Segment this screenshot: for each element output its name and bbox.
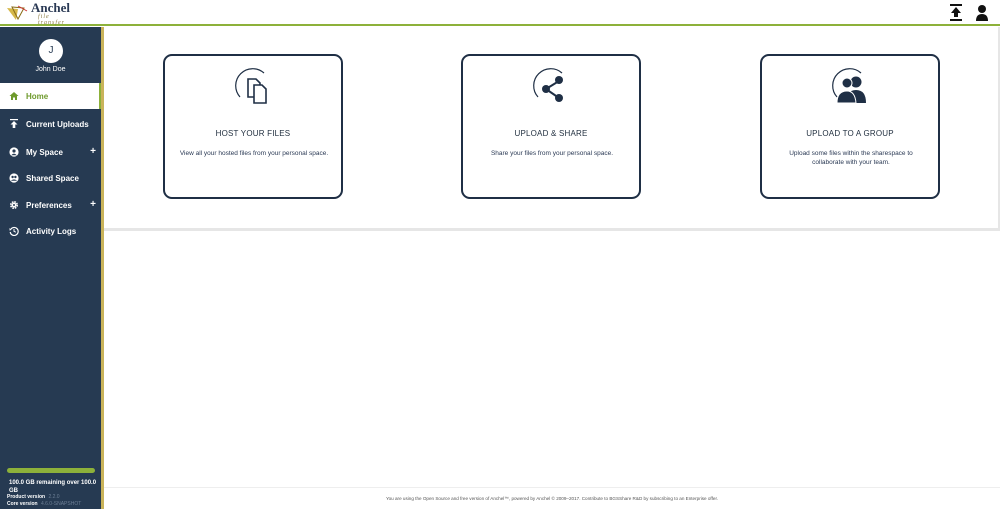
upload-share-card[interactable]: UPLOAD & SHARE Share your files from you… (461, 54, 641, 199)
sidebar-item-label: Preferences (26, 200, 72, 210)
sidebar-item-label: Activity Logs (26, 226, 77, 236)
sidebar-item-activity-logs[interactable]: Activity Logs (0, 218, 101, 244)
top-header: Anchel file transfer (0, 0, 1000, 26)
history-icon (9, 226, 19, 236)
main-content: HOST YOUR FILES View all your hosted fil… (104, 27, 1000, 509)
sidebar-item-label: My Space (26, 147, 63, 157)
core-version: Core version 4.6.0-SNAPSHOT (7, 501, 81, 507)
upload-icon (10, 119, 18, 128)
home-icon (9, 92, 19, 100)
sidebar-item-my-space[interactable]: My Space + (0, 139, 101, 165)
sidebar-item-shared-space[interactable]: Shared Space (0, 165, 101, 191)
core-version-label: Core version (7, 501, 38, 507)
card-title: UPLOAD & SHARE (514, 129, 588, 138)
gear-icon (9, 200, 19, 210)
sidebar-item-current-uploads[interactable]: Current Uploads (0, 111, 101, 137)
avatar[interactable]: J (39, 39, 63, 63)
upload-icon[interactable] (949, 4, 963, 22)
sidebar-item-preferences[interactable]: Preferences + (0, 192, 101, 218)
brand-name: Anchel (31, 0, 70, 15)
sidebar-item-label: Shared Space (26, 173, 79, 183)
user-circle-icon (9, 147, 19, 157)
card-title: UPLOAD TO A GROUP (806, 129, 894, 138)
expand-icon[interactable]: + (90, 199, 96, 210)
quota-progress-bar (7, 468, 95, 473)
sidebar-item-label: Home (26, 91, 49, 101)
logo-icon (7, 5, 28, 21)
group-icon (832, 68, 866, 104)
upload-group-card[interactable]: UPLOAD TO A GROUP Upload some files with… (760, 54, 940, 199)
user-profile[interactable]: J John Doe (0, 27, 101, 83)
cards-panel: HOST YOUR FILES View all your hosted fil… (104, 27, 1000, 231)
host-files-card[interactable]: HOST YOUR FILES View all your hosted fil… (163, 54, 343, 199)
files-icon (235, 68, 267, 104)
group-circle-icon (9, 173, 19, 183)
card-description: View all your hosted files from your per… (179, 150, 329, 157)
product-version-label: Product version (7, 494, 46, 500)
sidebar: J John Doe Home Current Uploads My Space… (0, 27, 104, 509)
card-description: Upload some files within the sharespace … (789, 150, 913, 166)
user-name: John Doe (35, 66, 66, 73)
sidebar-item-label: Current Uploads (26, 119, 89, 129)
share-icon (533, 68, 563, 102)
expand-icon[interactable]: + (90, 146, 96, 157)
card-title: HOST YOUR FILES (215, 129, 291, 138)
product-version-value: 2.2.0 (48, 494, 60, 500)
sidebar-item-home[interactable]: Home (0, 83, 101, 109)
quota-text: 100.0 GB remaining over 100.0 GB (9, 480, 97, 494)
brand-logo[interactable]: Anchel file transfer (6, 0, 70, 26)
product-version: Product version 2.2.0 (7, 494, 60, 500)
card-description: Share your files from your personal spac… (490, 150, 614, 157)
user-icon[interactable] (975, 4, 989, 22)
core-version-value: 4.6.0-SNAPSHOT (40, 501, 82, 507)
brand-tagline: file transfer (38, 14, 66, 26)
footer-text: You are using the Open Source and free v… (104, 487, 1000, 509)
